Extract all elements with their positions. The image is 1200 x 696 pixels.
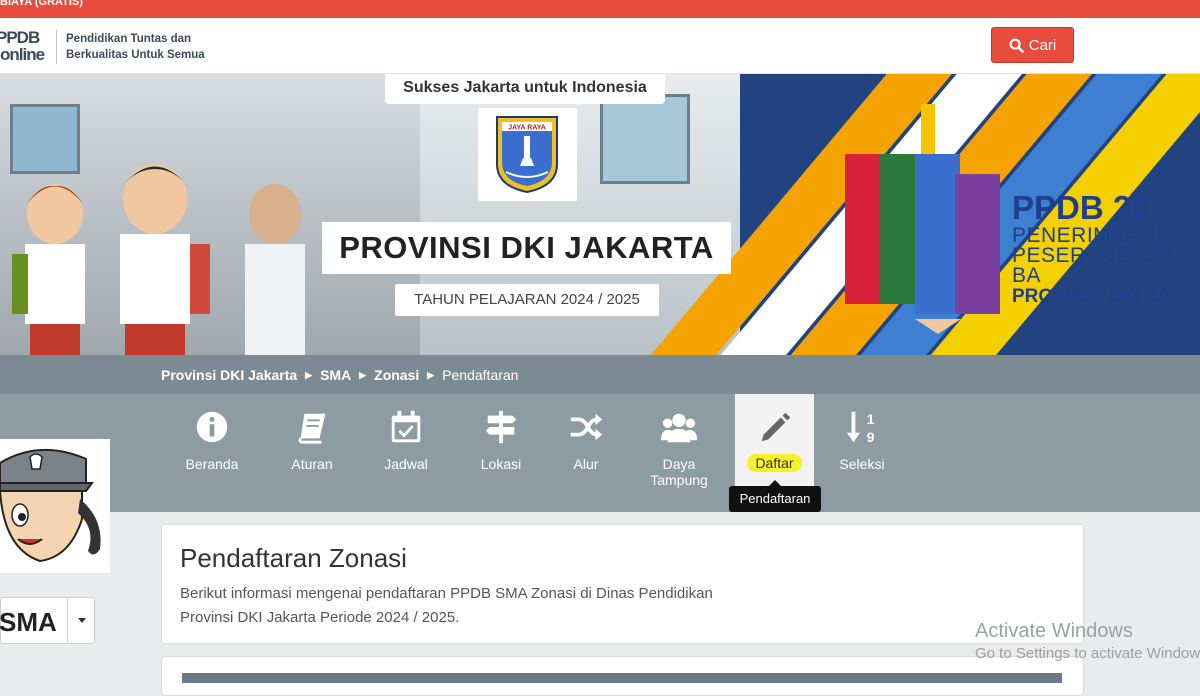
windows-activation-watermark: Activate Windows Go to Settings to activ… bbox=[975, 619, 1200, 665]
ppdb-title: PPDB 20 bbox=[1012, 189, 1150, 226]
school-level-select[interactable]: SMA bbox=[0, 597, 95, 644]
breadcrumb-item[interactable]: Provinsi DKI Jakarta bbox=[161, 367, 297, 383]
ppdb-subtitle-1: PENERIMAAN bbox=[1012, 224, 1156, 247]
banner-window bbox=[600, 94, 690, 184]
watermark-line1: Activate Windows bbox=[975, 620, 1133, 642]
sort-numeric-icon: 19 bbox=[846, 411, 875, 446]
svg-text:1: 1 bbox=[867, 412, 875, 428]
dropdown-toggle[interactable] bbox=[67, 598, 95, 643]
nav-label: Daya Tampung bbox=[650, 456, 708, 488]
ppdb-subtitle-3: PROVINSI DKI JA bbox=[1012, 286, 1171, 307]
nav-label: Aturan bbox=[291, 456, 333, 472]
nav-item-alur[interactable]: Alur bbox=[550, 394, 622, 512]
ppdb-title-block: PPDB 20 PENERIMAAN PESERTA DIDIK BA PROV… bbox=[1012, 190, 1200, 308]
search-label: Cari bbox=[1028, 36, 1057, 54]
site-tagline: Pendidikan Tuntas dan Berkualitas Untuk … bbox=[66, 31, 205, 63]
breadcrumb-current: Pendaftaran bbox=[442, 367, 519, 383]
nav-item-aturan[interactable]: Aturan bbox=[276, 394, 348, 512]
nav-item-jadwal[interactable]: Jadwal bbox=[370, 394, 442, 512]
chevron-down-icon bbox=[77, 618, 86, 623]
emblem-text: JAYA RAYA bbox=[508, 125, 546, 132]
breadcrumb: Provinsi DKI Jakarta ▶ SMA ▶ Zonasi ▶ Pe… bbox=[161, 367, 518, 383]
student-mascot-avatar bbox=[0, 439, 110, 573]
announcement-text: BIAYA (GRATIS) bbox=[0, 0, 83, 8]
caret-right-icon: ▶ bbox=[427, 369, 435, 380]
pencil-icon bbox=[761, 412, 790, 442]
nav-item-lokasi[interactable]: Lokasi bbox=[465, 394, 537, 512]
nav-item-beranda[interactable]: Beranda bbox=[176, 394, 248, 512]
book-icon bbox=[298, 413, 326, 444]
caret-right-icon: ▶ bbox=[305, 369, 313, 380]
tagline-line2: Berkualitas Untuk Semua bbox=[66, 49, 205, 61]
nav-label-line1: Daya bbox=[662, 456, 696, 472]
section-nav: Beranda Aturan Jadwal Lokasi Alur Daya Ta… bbox=[0, 394, 1200, 512]
jakarta-emblem-icon: JAYA RAYA bbox=[496, 116, 558, 194]
breadcrumb-bar: Provinsi DKI Jakarta ▶ SMA ▶ Zonasi ▶ Pe… bbox=[0, 355, 1200, 394]
caret-right-icon: ▶ bbox=[359, 369, 367, 380]
search-icon bbox=[1009, 38, 1024, 53]
nav-label: Beranda bbox=[185, 456, 239, 472]
ppdb-subtitle-2: PESERTA DIDIK BA bbox=[1012, 244, 1176, 287]
users-icon bbox=[660, 413, 698, 443]
hero-banner: PPDB 20 PENERIMAAN PESERTA DIDIK BA PROV… bbox=[0, 74, 1200, 355]
mascot-illustration bbox=[0, 449, 101, 563]
nav-label: Lokasi bbox=[480, 456, 522, 472]
page-description: Berikut informasi mengenai pendaftaran P… bbox=[180, 582, 780, 630]
next-card bbox=[161, 656, 1084, 696]
ppdb-logo[interactable]: PPDB online bbox=[0, 28, 52, 64]
nav-item-seleksi[interactable]: 19 Seleksi bbox=[826, 394, 898, 512]
page-title: Pendaftaran Zonasi bbox=[180, 543, 407, 573]
nav-label-line2: Tampung bbox=[650, 472, 708, 488]
shuffle-icon bbox=[570, 413, 603, 441]
nav-label: Daftar bbox=[747, 454, 802, 472]
banner-slogan: Sukses Jakarta untuk Indonesia bbox=[385, 74, 665, 104]
breadcrumb-item[interactable]: Zonasi bbox=[374, 367, 419, 383]
signpost-icon bbox=[485, 410, 517, 444]
nav-label: Alur bbox=[573, 456, 599, 472]
cartoon-kids-illustration bbox=[12, 164, 305, 355]
nav-label: Seleksi bbox=[839, 456, 885, 472]
tagline-line1: Pendidikan Tuntas dan bbox=[66, 33, 192, 45]
site-header: PPDB online Pendidikan Tuntas dan Berkua… bbox=[0, 18, 1200, 74]
svg-text:9: 9 bbox=[867, 430, 875, 446]
info-icon bbox=[196, 411, 228, 443]
academic-year-label: TAHUN PELAJARAN 2024 / 2025 bbox=[395, 284, 659, 316]
watermark-line2: Go to Settings to activate Windows. bbox=[975, 645, 1200, 662]
top-announcement-bar: BIAYA (GRATIS) bbox=[0, 0, 1200, 18]
description-line1: Berikut informasi mengenai pendaftaran P… bbox=[180, 585, 713, 602]
school-level-value: SMA bbox=[0, 607, 57, 637]
search-button[interactable]: Cari bbox=[991, 27, 1074, 63]
nav-item-daya-tampung[interactable]: Daya Tampung bbox=[640, 394, 718, 512]
jakarta-emblem: JAYA RAYA bbox=[478, 108, 577, 201]
nav-tooltip: Pendaftaran bbox=[729, 480, 821, 512]
nav-label: Jadwal bbox=[384, 456, 428, 472]
description-line2: Provinsi DKI Jakarta Periode 2024 / 2025… bbox=[180, 609, 460, 626]
info-card: Pendaftaran Zonasi Berikut informasi men… bbox=[161, 524, 1084, 644]
logo-line2: online bbox=[0, 45, 45, 64]
calendar-check-icon bbox=[391, 410, 421, 443]
province-title: PROVINSI DKI JAKARTA bbox=[322, 222, 731, 274]
ppdb-mascot-logo bbox=[845, 104, 1000, 334]
breadcrumb-item[interactable]: SMA bbox=[320, 367, 351, 383]
logo-divider bbox=[56, 30, 57, 64]
